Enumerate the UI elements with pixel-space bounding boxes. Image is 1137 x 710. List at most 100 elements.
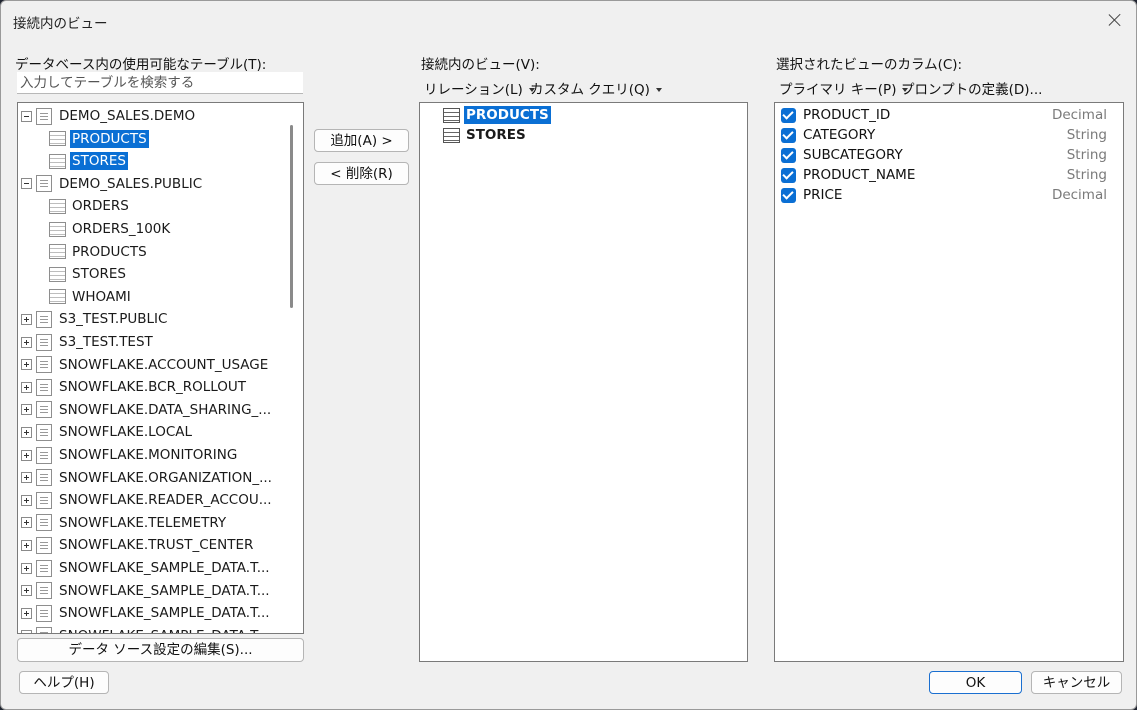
tree-schema-node[interactable]: SNOWFLAKE.ACCOUNT_USAGE (21, 354, 270, 376)
table-icon (49, 131, 66, 147)
expand-icon[interactable] (21, 607, 32, 619)
columns-list[interactable]: PRODUCT_ID Decimal CATEGORY String SUBCATEGO… (774, 102, 1124, 662)
column-name: CATEGORY (803, 127, 876, 143)
tree-schema-node[interactable]: SNOWFLAKE_SAMPLE_DATA.T... (21, 625, 272, 633)
view-item[interactable]: STORES (443, 124, 528, 146)
tree-node-label: ORDERS (72, 198, 129, 215)
prompt-definition-menu[interactable]: プロンプトの定義(D)... (901, 78, 1042, 98)
schema-icon (36, 536, 52, 554)
column-row[interactable]: PRODUCT_NAME String (781, 165, 1111, 185)
collapse-icon[interactable] (21, 110, 32, 122)
tree-schema-node[interactable]: SNOWFLAKE.DATA_SHARING_... (21, 399, 273, 421)
tree-schema-node[interactable]: SNOWFLAKE.MONITORING (21, 444, 239, 466)
tree-node-label: PRODUCTS (72, 243, 147, 260)
expand-icon[interactable] (21, 494, 32, 506)
expand-icon[interactable] (21, 381, 32, 393)
table-icon (49, 198, 66, 214)
available-tables-tree[interactable]: DEMO_SALES.DEMO PRODUCTS STORES DEMO_SALES.… (17, 102, 304, 634)
views-label: 接続内のビュー(V): (421, 57, 540, 73)
expand-icon[interactable] (21, 630, 32, 633)
expand-icon[interactable] (21, 313, 32, 325)
tree-schema-node[interactable]: SNOWFLAKE.TELEMETRY (21, 512, 228, 534)
relation-menu[interactable]: リレーション(L) (424, 78, 535, 98)
tree-node-label: SNOWFLAKE.ORGANIZATION_... (59, 469, 272, 486)
column-row[interactable]: CATEGORY String (781, 125, 1111, 145)
schema-icon (36, 333, 52, 351)
tree-schema-node[interactable]: SNOWFLAKE_SAMPLE_DATA.T... (21, 580, 272, 602)
tree-table-node[interactable]: STORES (49, 263, 128, 285)
tree-schema-node[interactable]: SNOWFLAKE_SAMPLE_DATA.T... (21, 602, 272, 624)
tree-node-label: PRODUCTS (70, 129, 149, 148)
column-checkbox[interactable] (781, 107, 796, 123)
primary-key-menu[interactable]: プライマリ キー(P) (779, 78, 909, 98)
custom-query-menu[interactable]: カスタム クエリ(Q) (530, 78, 662, 98)
schema-icon (36, 401, 52, 419)
schema-icon (36, 446, 52, 464)
close-icon[interactable] (1104, 9, 1126, 31)
columns-label: 選択されたビューのカラム(C): (776, 57, 963, 73)
tree-node-label: SNOWFLAKE_SAMPLE_DATA.T... (59, 605, 270, 622)
tree-schema-node[interactable]: SNOWFLAKE.LOCAL (21, 421, 194, 443)
help-button[interactable]: ヘルプ(H) (19, 671, 109, 694)
tree-node-label: DEMO_SALES.PUBLIC (59, 175, 203, 192)
tree-table-node[interactable]: PRODUCTS (49, 241, 149, 263)
schema-icon (36, 604, 52, 622)
view-item[interactable]: PRODUCTS (443, 104, 551, 126)
views-list[interactable]: PRODUCTS STORES (419, 102, 748, 662)
column-name: PRODUCT_NAME (803, 167, 916, 183)
title-bar: 接続内のビュー (1, 1, 1136, 39)
schema-icon (36, 627, 52, 633)
tree-table-node[interactable]: WHOAMI (49, 286, 133, 308)
tree-schema-node[interactable]: S3_TEST.PUBLIC (21, 308, 169, 330)
column-checkbox[interactable] (781, 167, 796, 183)
expand-icon[interactable] (21, 426, 32, 438)
tree-node-label: DEMO_SALES.DEMO (59, 108, 196, 124)
tree-schema-node[interactable]: SNOWFLAKE.BCR_ROLLOUT (21, 376, 248, 398)
column-name: SUBCATEGORY (803, 147, 903, 163)
table-icon (49, 289, 66, 305)
tree-node-label: SNOWFLAKE_SAMPLE_DATA.T... (57, 627, 272, 633)
expand-icon[interactable] (21, 359, 32, 371)
schema-icon (36, 491, 52, 509)
column-checkbox[interactable] (781, 127, 796, 143)
view-item-label: STORES (466, 127, 526, 143)
expand-icon[interactable] (21, 585, 32, 597)
tree-scrollbar[interactable] (290, 125, 293, 308)
tree-schema-node[interactable]: DEMO_SALES.DEMO (21, 105, 197, 127)
remove-button[interactable]: < 削除(R) (314, 162, 409, 185)
schema-icon (36, 423, 52, 441)
table-search-input[interactable] (17, 72, 303, 94)
tree-table-node[interactable]: ORDERS (49, 195, 131, 217)
add-button[interactable]: 追加(A) > (314, 129, 409, 152)
column-type: String (1066, 167, 1107, 183)
ok-button[interactable]: OK (929, 671, 1022, 694)
cancel-button[interactable]: キャンセル (1031, 671, 1122, 694)
tree-table-node[interactable]: STORES (49, 150, 128, 172)
tree-schema-node[interactable]: SNOWFLAKE.TRUST_CENTER (21, 534, 255, 556)
expand-icon[interactable] (21, 336, 32, 348)
column-row[interactable]: PRICE Decimal (781, 185, 1111, 205)
expand-icon[interactable] (21, 562, 32, 574)
expand-icon[interactable] (21, 539, 32, 551)
expand-icon[interactable] (21, 449, 32, 461)
tree-schema-node[interactable]: SNOWFLAKE_SAMPLE_DATA.T... (21, 557, 272, 579)
tree-schema-node[interactable]: SNOWFLAKE.READER_ACCOU... (21, 489, 274, 511)
column-row[interactable]: PRODUCT_ID Decimal (781, 105, 1111, 125)
edit-data-source-settings-button[interactable]: データ ソース設定の編集(S)... (17, 638, 304, 662)
tree-table-node[interactable]: ORDERS_100K (49, 218, 172, 240)
column-checkbox[interactable] (781, 147, 796, 163)
column-row[interactable]: SUBCATEGORY String (781, 145, 1111, 165)
column-checkbox[interactable] (781, 187, 796, 203)
tree-schema-node[interactable]: S3_TEST.TEST (21, 331, 155, 353)
expand-icon[interactable] (21, 472, 32, 484)
expand-icon[interactable] (21, 404, 32, 416)
expand-icon[interactable] (21, 517, 32, 529)
tree-table-node[interactable]: PRODUCTS (49, 128, 149, 150)
collapse-icon[interactable] (21, 178, 32, 190)
tree-schema-node[interactable]: SNOWFLAKE.ORGANIZATION_... (21, 467, 274, 489)
tree-node-label: SNOWFLAKE_SAMPLE_DATA.T... (59, 582, 270, 599)
tree-node-label: ORDERS_100K (72, 221, 171, 237)
column-name: PRICE (803, 187, 843, 203)
schema-icon (36, 356, 52, 374)
tree-schema-node[interactable]: DEMO_SALES.PUBLIC (21, 173, 204, 195)
